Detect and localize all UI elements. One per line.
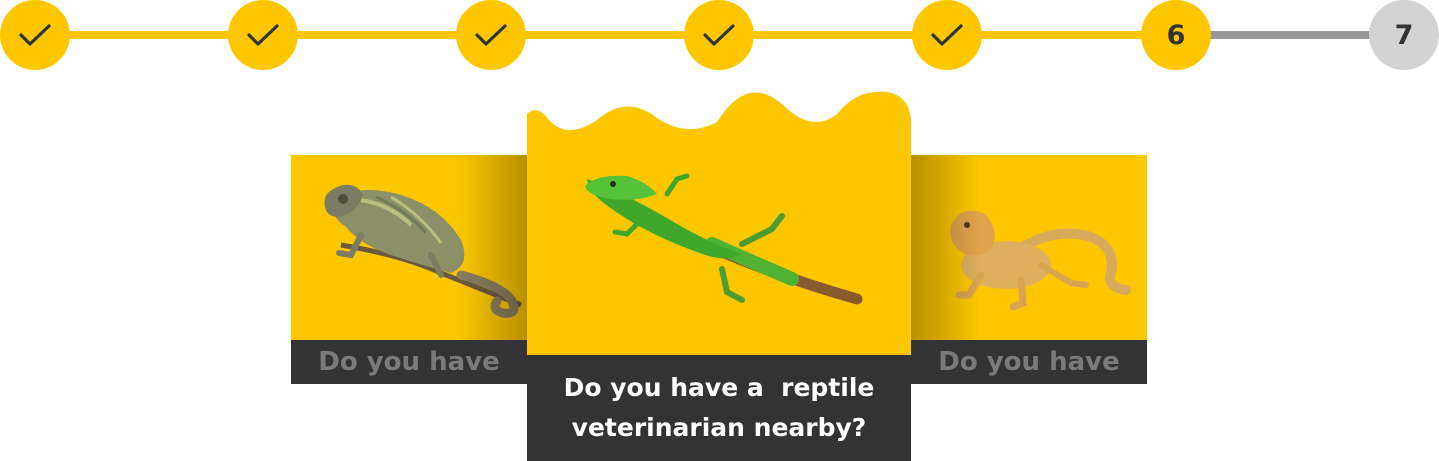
- check-icon: [19, 24, 51, 46]
- step-7-upcoming[interactable]: 7: [1369, 0, 1439, 70]
- card-artwork: [291, 155, 527, 340]
- step-6-current[interactable]: 6: [1141, 0, 1211, 70]
- step-1[interactable]: [0, 0, 70, 70]
- step-5[interactable]: [912, 0, 982, 70]
- check-icon: [475, 24, 507, 46]
- check-icon: [931, 24, 963, 46]
- card-artwork: [527, 84, 911, 355]
- green-lizard-image: [527, 91, 911, 355]
- question-card-left[interactable]: Do you have: [291, 155, 527, 384]
- progress-track-complete: [34, 31, 1176, 39]
- step-2[interactable]: [228, 0, 298, 70]
- question-card-right[interactable]: Do you have: [911, 155, 1147, 384]
- step-number: 6: [1166, 19, 1186, 51]
- card-caption: Do you have a reptile veterinarian nearb…: [527, 355, 911, 461]
- step-4[interactable]: [684, 0, 754, 70]
- card-caption: Do you have: [911, 340, 1147, 384]
- card-caption: Do you have: [291, 340, 527, 384]
- check-icon: [703, 24, 735, 46]
- progress-stepper: 6 7: [0, 0, 1439, 72]
- step-number: 7: [1394, 19, 1414, 51]
- card-artwork: [911, 155, 1147, 340]
- question-card-active[interactable]: Do you have a reptile veterinarian nearb…: [527, 84, 911, 461]
- step-3[interactable]: [456, 0, 526, 70]
- check-icon: [247, 24, 279, 46]
